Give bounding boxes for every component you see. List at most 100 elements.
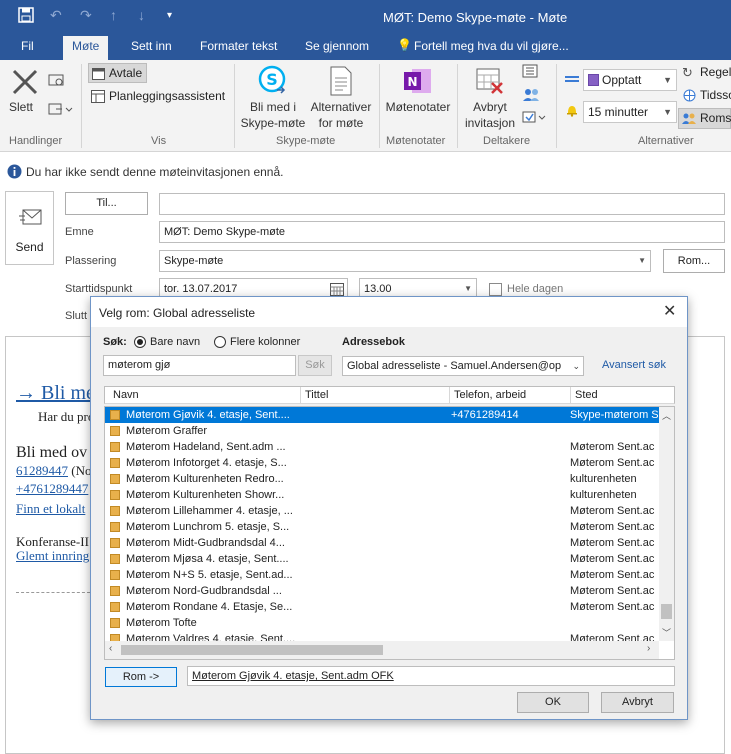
room-icon — [110, 426, 120, 436]
all-day-checkbox[interactable] — [489, 283, 502, 296]
rooms-button[interactable]: Rom... — [663, 249, 725, 273]
room-row[interactable]: Møterom Lillehammer 4. etasje, ... Møtero… — [105, 503, 659, 519]
reminder-dropdown[interactable]: 15 minutter ▼ — [583, 101, 677, 123]
room-name: Møterom Mjøsa 4. etasje, Sent.... — [126, 553, 289, 565]
scroll-up-icon[interactable]: ︿ — [662, 409, 671, 422]
to-field[interactable] — [159, 193, 725, 215]
room-row[interactable]: Møterom Lunchrom 5. etasje, S... Møterom … — [105, 519, 659, 535]
room-place: kulturenheten — [570, 489, 637, 501]
tab-format-text[interactable]: Formater tekst — [191, 38, 286, 60]
radio-more-columns[interactable] — [214, 336, 226, 348]
room-row[interactable]: Møterom N+S 5. etasje, Sent.ad... Møterom… — [105, 567, 659, 583]
divider — [234, 64, 235, 148]
scroll-down-icon[interactable]: ﹀ — [662, 626, 671, 639]
room-icon — [110, 618, 120, 628]
column-header-name[interactable]: Navn — [109, 387, 301, 403]
divider — [379, 64, 380, 148]
meeting-options-button[interactable]: Alternativer for møte — [308, 64, 374, 132]
selected-room-field[interactable]: Møterom Gjøvik 4. etasje, Sent.adm OFK — [187, 666, 675, 686]
tab-insert[interactable]: Sett inn — [122, 38, 181, 60]
column-header-phone[interactable]: Telefon, arbeid — [450, 387, 571, 403]
address-book-dropdown[interactable]: Global adresseliste - Samuel.Andersen@op… — [342, 356, 584, 376]
forgot-pin-link[interactable]: Glemt innring — [16, 548, 89, 564]
room-name: Møterom Rondane 4. Etasje, Se... — [126, 601, 293, 613]
join-meeting-heading[interactable]: → Bli me — [16, 382, 95, 405]
location-field[interactable]: Skype-møte ▼ — [159, 250, 651, 272]
room-icon — [110, 458, 120, 468]
address-book-icon[interactable] — [522, 64, 538, 81]
up-arrow-icon[interactable]: ↑ — [110, 7, 117, 23]
room-name: Møterom Kulturenheten Showr... — [126, 489, 285, 501]
reminder-value: 15 minutter — [588, 105, 649, 119]
time-zones-button[interactable]: Tidsso — [682, 88, 731, 102]
find-local-number-link[interactable]: Finn et lokalt — [16, 501, 85, 517]
delete-label: Slett — [9, 100, 34, 114]
scroll-right-icon[interactable]: › — [647, 643, 650, 654]
tab-meeting[interactable]: Møte — [63, 36, 109, 60]
scheduling-assistant-button[interactable]: Planleggingsassistent — [91, 88, 225, 104]
room-row[interactable]: Møterom Hadeland, Sent.adm ... Møterom Se… — [105, 439, 659, 455]
cancel-invitation-button[interactable]: Avbryt invitasjon — [461, 64, 519, 132]
horizontal-scrollbar[interactable]: ‹ › — [105, 641, 659, 659]
to-button[interactable]: Til... — [65, 192, 148, 215]
column-header: Navn Tittel Telefon, arbeid Sted — [104, 386, 675, 404]
subject-field[interactable]: MØT: Demo Skype-møte — [159, 221, 725, 243]
start-time-label: Starttidspunkt — [65, 283, 133, 295]
body-line: Bli med ov — [16, 444, 88, 461]
forward-icon[interactable] — [48, 102, 74, 119]
room-add-button[interactable]: Rom -> — [105, 667, 177, 687]
customize-toolbar-icon[interactable]: ▾ — [167, 10, 172, 21]
vertical-scrollbar[interactable]: ︿ ﹀ — [659, 407, 674, 641]
ribbon-tabs: Fil Møte Sett inn Formater tekst Se gjen… — [0, 34, 731, 60]
tab-review[interactable]: Se gjennom — [296, 38, 378, 60]
down-arrow-icon[interactable]: ↓ — [138, 7, 145, 23]
room-row[interactable]: Møterom Midt-Gudbrandsdal 4... Møterom Se… — [105, 535, 659, 551]
search-button[interactable]: Søk — [298, 355, 332, 376]
send-button[interactable]: Send — [5, 191, 54, 265]
room-row[interactable]: Møterom Graffer — [105, 423, 659, 439]
attendees-icon[interactable] — [522, 87, 540, 106]
column-header-location[interactable]: Sted — [571, 387, 675, 403]
appointment-button[interactable]: Avtale — [88, 63, 147, 83]
room-name: Møterom Gjøvik 4. etasje, Sent.... — [126, 409, 290, 421]
radio-names-only[interactable] — [134, 336, 146, 348]
close-icon[interactable]: ✕ — [663, 301, 676, 321]
save-icon[interactable] — [18, 7, 34, 26]
room-row[interactable]: Møterom Kulturenheten Redro... kulturenhe… — [105, 471, 659, 487]
join-skype-meeting-button[interactable]: S Bli med i Skype-møte — [240, 64, 306, 132]
scrollbar-thumb[interactable] — [661, 604, 672, 619]
cancel-invitation-label-1: Avbryt — [473, 100, 507, 114]
room-row[interactable]: Møterom Kulturenheten Showr... kulturenhe… — [105, 487, 659, 503]
tell-me-search[interactable]: Fortell meg hva du vil gjøre... — [405, 38, 578, 60]
room-row[interactable]: Møterom Tofte — [105, 615, 659, 631]
tab-file[interactable]: Fil — [12, 38, 43, 60]
scroll-left-icon[interactable]: ‹ — [109, 643, 112, 654]
room-finder-button[interactable]: Roms — [678, 108, 731, 129]
column-header-title[interactable]: Tittel — [301, 387, 450, 403]
room-name: Møterom Hadeland, Sent.adm ... — [126, 441, 286, 453]
room-row[interactable]: Møterom Gjøvik 4. etasje, Sent.... +47612… — [105, 407, 659, 423]
phone-link[interactable]: 61289447 — [16, 463, 68, 478]
room-row[interactable]: Møterom Nord-Gudbrandsdal ... Møterom Sen… — [105, 583, 659, 599]
response-options-icon[interactable] — [522, 110, 548, 127]
room-row[interactable]: Møterom Rondane 4. Etasje, Se... Møterom … — [105, 599, 659, 615]
room-place: kulturenheten — [570, 473, 637, 485]
radio-dot — [137, 339, 143, 345]
scrollbar-thumb[interactable] — [121, 645, 383, 655]
undo-icon[interactable]: ↶ — [50, 7, 62, 24]
room-row[interactable]: Møterom Mjøsa 4. etasje, Sent.... Møterom… — [105, 551, 659, 567]
delete-button[interactable]: Slett — [7, 64, 41, 124]
ignore-icon[interactable] — [48, 72, 64, 91]
recurrence-button[interactable]: ↻ Regelm — [682, 65, 731, 80]
redo-icon[interactable]: ↷ — [80, 7, 92, 24]
ok-button[interactable]: OK — [517, 692, 589, 713]
phone-link[interactable]: +4761289447 — [16, 481, 88, 497]
search-input[interactable]: møterom gjø — [103, 355, 296, 376]
room-icon — [110, 474, 120, 484]
reminder-bell-icon — [565, 103, 579, 120]
advanced-search-link[interactable]: Avansert søk — [602, 359, 666, 371]
room-row[interactable]: Møterom Infotorget 4. etasje, S... Møtero… — [105, 455, 659, 471]
meeting-notes-button[interactable]: N Møtenotater — [383, 64, 453, 114]
cancel-button[interactable]: Avbryt — [601, 692, 674, 713]
show-as-dropdown[interactable]: Opptatt ▼ — [583, 69, 677, 91]
